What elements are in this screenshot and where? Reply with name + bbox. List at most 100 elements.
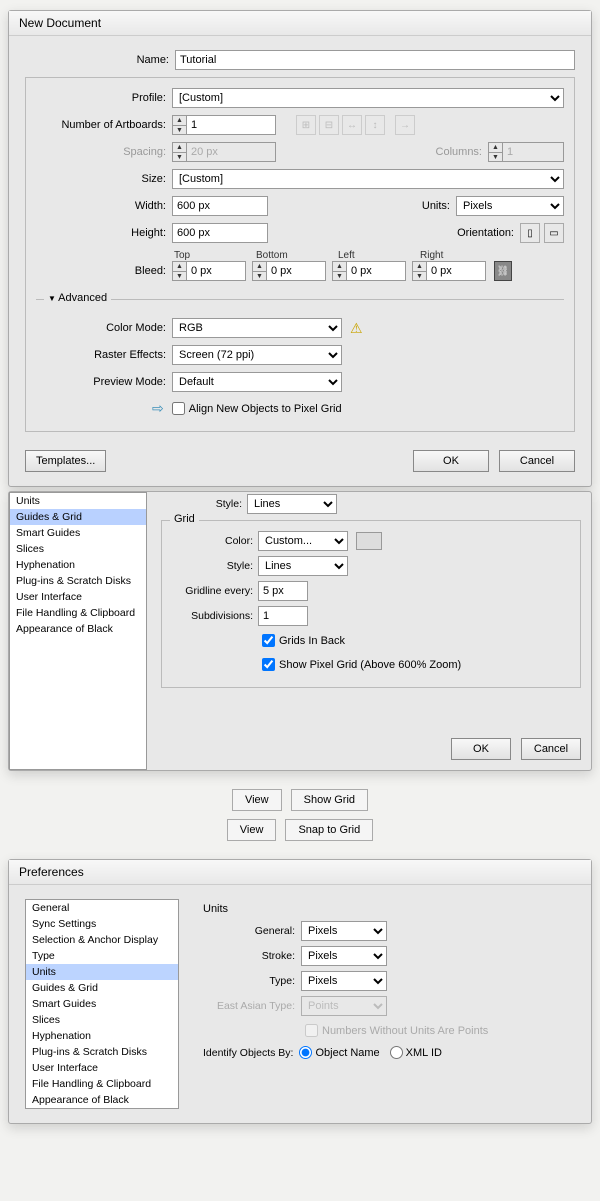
units-general-select[interactable]: Pixels bbox=[301, 921, 387, 941]
preferences-sidebar[interactable]: UnitsGuides & GridSmart GuidesSlicesHyph… bbox=[9, 492, 147, 770]
pref3-item-plug-ins-scratch-disks[interactable]: Plug-ins & Scratch Disks bbox=[26, 1044, 178, 1060]
pref3-item-sync-settings[interactable]: Sync Settings bbox=[26, 916, 178, 932]
orientation-portrait-icon[interactable]: ▯ bbox=[520, 223, 540, 243]
preview-select[interactable]: Default bbox=[172, 372, 342, 392]
size-select[interactable]: [Custom] bbox=[172, 169, 564, 189]
subdiv-input[interactable] bbox=[258, 606, 308, 626]
pref3-item-general[interactable]: General bbox=[26, 900, 178, 916]
preferences-grid-dialog: UnitsGuides & GridSmart GuidesSlicesHyph… bbox=[8, 491, 592, 771]
orientation-label: Orientation: bbox=[440, 227, 520, 239]
arrange-grid-row-icon: ⊞ bbox=[296, 115, 316, 135]
show-pixel-grid-checkbox[interactable] bbox=[262, 658, 275, 671]
grid-legend: Grid bbox=[170, 513, 199, 525]
units-general-label: General: bbox=[203, 925, 301, 937]
grid-color-swatch[interactable] bbox=[356, 532, 382, 550]
height-input[interactable] bbox=[172, 223, 268, 243]
colormode-select[interactable]: RGB bbox=[172, 318, 342, 338]
bleed-link-icon[interactable]: ⛓ bbox=[494, 261, 512, 281]
advanced-header[interactable]: Advanced bbox=[44, 292, 111, 304]
name-label: Name: bbox=[25, 54, 175, 66]
guides-style-select[interactable]: Lines bbox=[247, 494, 337, 514]
orientation-landscape-icon[interactable]: ▭ bbox=[544, 223, 564, 243]
width-input[interactable] bbox=[172, 196, 268, 216]
spacing-stepper: ▲▼ bbox=[172, 142, 276, 162]
bleed-left-stepper[interactable]: ▲▼ bbox=[332, 261, 406, 281]
bleed-right-stepper[interactable]: ▲▼ bbox=[412, 261, 486, 281]
raster-select[interactable]: Screen (72 ppi) bbox=[172, 345, 342, 365]
bleed-bottom-label: Bottom bbox=[254, 250, 336, 261]
align-pixel-checkbox[interactable] bbox=[172, 402, 185, 415]
size-label: Size: bbox=[36, 173, 172, 185]
grid-style-select[interactable]: Lines bbox=[258, 556, 348, 576]
units-east-asian-label: East Asian Type: bbox=[203, 1000, 301, 1012]
pref3-item-guides-grid[interactable]: Guides & Grid bbox=[26, 980, 178, 996]
pref3-item-slices[interactable]: Slices bbox=[26, 1012, 178, 1028]
arrange-rtl-icon: → bbox=[395, 115, 415, 135]
artboards-stepper[interactable]: ▲▼ bbox=[172, 115, 276, 135]
pref2-item-user-interface[interactable]: User Interface bbox=[10, 589, 146, 605]
name-input[interactable] bbox=[175, 50, 575, 70]
columns-stepper: ▲▼ bbox=[488, 142, 564, 162]
bleed-left-label: Left bbox=[336, 250, 418, 261]
warning-icon: ⚠ bbox=[350, 320, 363, 337]
grid-style-label: Style: bbox=[172, 560, 258, 572]
grid-color-select[interactable]: Custom... bbox=[258, 531, 348, 551]
units-select[interactable]: Pixels bbox=[456, 196, 564, 216]
snap-to-grid-button[interactable]: Snap to Grid bbox=[285, 819, 373, 841]
spacing-label: Spacing: bbox=[36, 146, 172, 158]
units-stroke-label: Stroke: bbox=[203, 950, 301, 962]
subdiv-label: Subdivisions: bbox=[172, 610, 258, 622]
grid-color-label: Color: bbox=[172, 535, 258, 547]
dialog-title: New Document bbox=[9, 11, 591, 36]
pref2-item-slices[interactable]: Slices bbox=[10, 541, 146, 557]
preferences-units-dialog: Preferences GeneralSync SettingsSelectio… bbox=[8, 859, 592, 1124]
ok-button[interactable]: OK bbox=[413, 450, 489, 472]
units-type-select[interactable]: Pixels bbox=[301, 971, 387, 991]
pref3-title: Preferences bbox=[9, 860, 591, 885]
gridline-input[interactable] bbox=[258, 581, 308, 601]
pref2-item-units[interactable]: Units bbox=[10, 493, 146, 509]
view-menu-1[interactable]: View bbox=[232, 789, 282, 811]
pref2-item-smart-guides[interactable]: Smart Guides bbox=[10, 525, 146, 541]
profile-label: Profile: bbox=[36, 92, 172, 104]
nwup-label: Numbers Without Units Are Points bbox=[322, 1025, 488, 1037]
pref-cancel-button[interactable]: Cancel bbox=[521, 738, 581, 760]
bleed-top-stepper[interactable]: ▲▼ bbox=[172, 261, 246, 281]
bleed-bottom-stepper[interactable]: ▲▼ bbox=[252, 261, 326, 281]
bleed-top-label: Top bbox=[172, 250, 254, 261]
pref3-sidebar[interactable]: GeneralSync SettingsSelection & Anchor D… bbox=[25, 899, 179, 1109]
profile-select[interactable]: [Custom] bbox=[172, 88, 564, 108]
templates-button[interactable]: Templates... bbox=[25, 450, 106, 472]
style-label: Style: bbox=[161, 498, 247, 510]
pref3-item-selection-anchor-display[interactable]: Selection & Anchor Display bbox=[26, 932, 178, 948]
pref3-item-user-interface[interactable]: User Interface bbox=[26, 1060, 178, 1076]
pref2-item-hyphenation[interactable]: Hyphenation bbox=[10, 557, 146, 573]
pref2-item-file-handling-clipboard[interactable]: File Handling & Clipboard bbox=[10, 605, 146, 621]
raster-label: Raster Effects: bbox=[36, 349, 172, 361]
pref3-item-smart-guides[interactable]: Smart Guides bbox=[26, 996, 178, 1012]
view-menu-2[interactable]: View bbox=[227, 819, 277, 841]
pref2-item-guides-grid[interactable]: Guides & Grid bbox=[10, 509, 146, 525]
units-type-label: Type: bbox=[203, 975, 301, 987]
identify-xml-id-radio[interactable]: XML ID bbox=[390, 1046, 442, 1059]
cancel-button[interactable]: Cancel bbox=[499, 450, 575, 472]
width-label: Width: bbox=[36, 200, 172, 212]
identify-label: Identify Objects By: bbox=[203, 1047, 293, 1059]
identify-object-name-radio[interactable]: Object Name bbox=[299, 1046, 379, 1059]
units-heading: Units bbox=[203, 903, 563, 915]
pref3-item-appearance-of-black[interactable]: Appearance of Black bbox=[26, 1092, 178, 1108]
pref3-item-units[interactable]: Units bbox=[26, 964, 178, 980]
pref3-item-hyphenation[interactable]: Hyphenation bbox=[26, 1028, 178, 1044]
pref3-item-file-handling-clipboard[interactable]: File Handling & Clipboard bbox=[26, 1076, 178, 1092]
pref3-item-type[interactable]: Type bbox=[26, 948, 178, 964]
pref2-item-plug-ins-scratch-disks[interactable]: Plug-ins & Scratch Disks bbox=[10, 573, 146, 589]
pref-ok-button[interactable]: OK bbox=[451, 738, 511, 760]
arrange-row-icon: ↔ bbox=[342, 115, 362, 135]
show-grid-button[interactable]: Show Grid bbox=[291, 789, 368, 811]
hint-arrow-icon: ⇨ bbox=[152, 400, 164, 417]
units-stroke-select[interactable]: Pixels bbox=[301, 946, 387, 966]
align-pixel-label: Align New Objects to Pixel Grid bbox=[189, 403, 342, 415]
units-east-asian-select: Points bbox=[301, 996, 387, 1016]
pref2-item-appearance-of-black[interactable]: Appearance of Black bbox=[10, 621, 146, 637]
grids-back-checkbox[interactable] bbox=[262, 634, 275, 647]
